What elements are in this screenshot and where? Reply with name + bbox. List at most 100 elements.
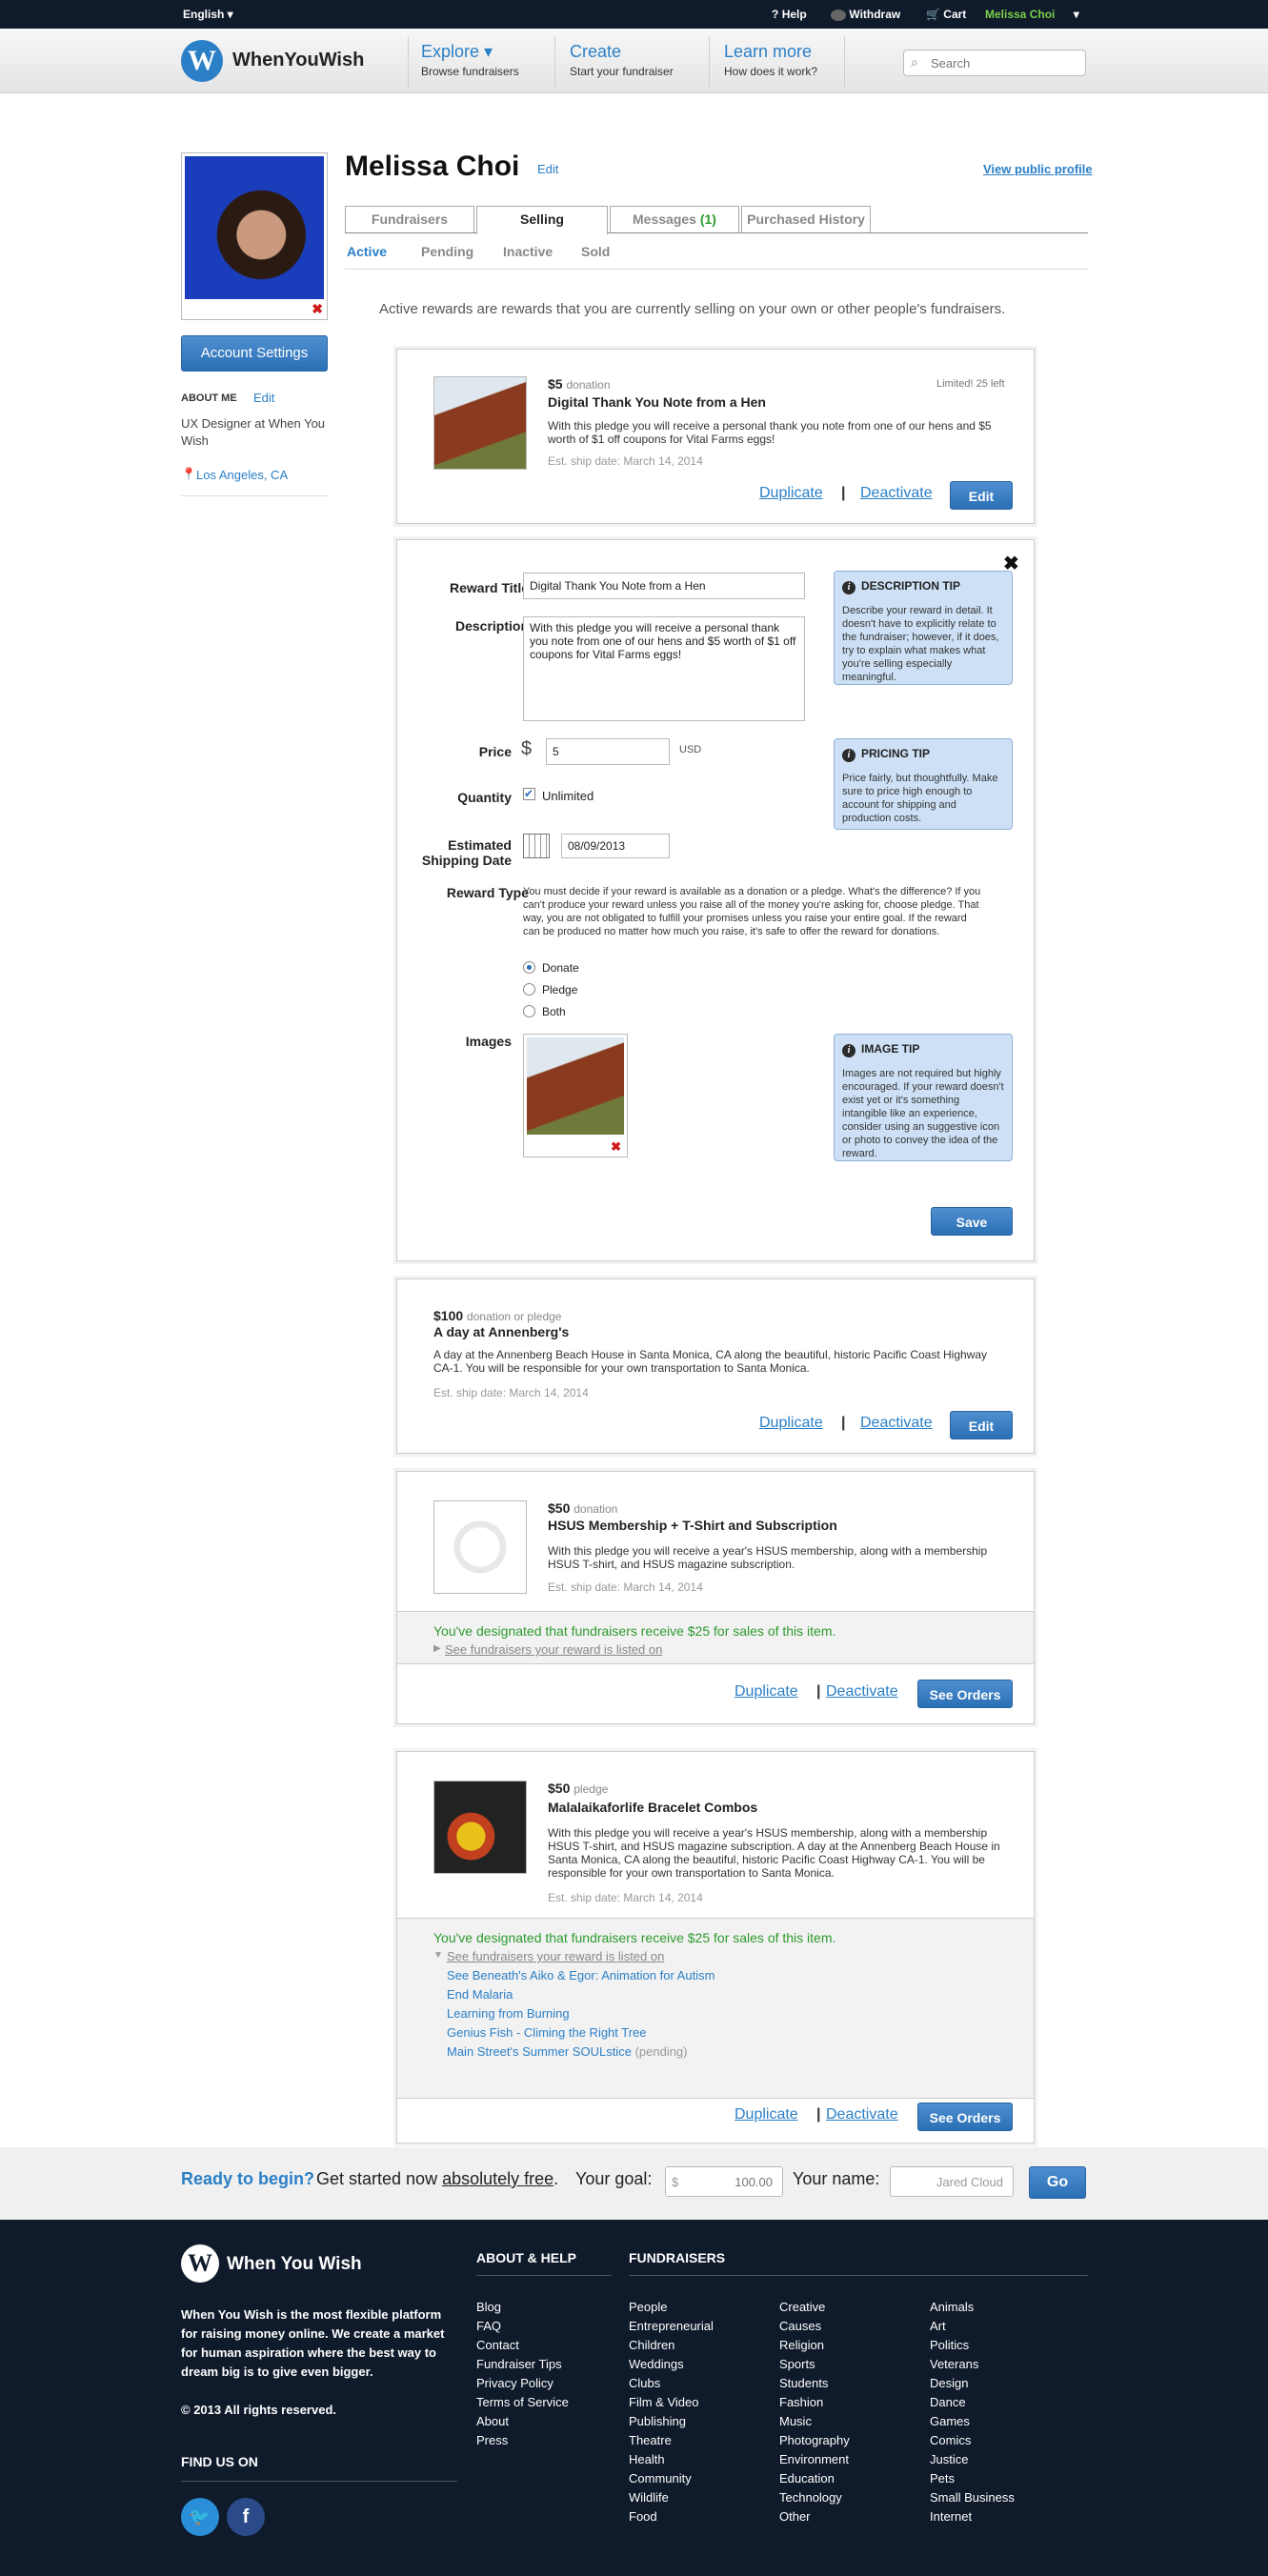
category-link[interactable]: Photography — [779, 2431, 850, 2450]
category-link[interactable]: Entrepreneurial — [629, 2317, 714, 2336]
category-link[interactable]: Food — [629, 2507, 714, 2526]
category-link[interactable]: Comics — [930, 2431, 1015, 2450]
subtab-sold[interactable]: Sold — [581, 244, 610, 259]
remove-image-icon[interactable]: ✖ — [611, 1139, 621, 1155]
category-link[interactable]: Students — [779, 2374, 850, 2393]
category-link[interactable]: Children — [629, 2336, 714, 2355]
reward-thumbnail[interactable] — [433, 376, 527, 470]
category-link[interactable]: Art — [930, 2317, 1015, 2336]
withdraw-link[interactable]: Withdraw — [831, 8, 900, 21]
category-link[interactable]: Pets — [930, 2469, 1015, 2488]
nav-create[interactable]: Create Start your fundraiser — [570, 42, 674, 78]
donate-radio[interactable] — [523, 961, 535, 974]
category-link[interactable]: Causes — [779, 2317, 850, 2336]
category-link[interactable]: Creative — [779, 2298, 850, 2317]
footer-link[interactable]: FAQ — [476, 2317, 569, 2336]
footer-link[interactable]: Terms of Service — [476, 2393, 569, 2412]
duplicate-link[interactable]: Duplicate — [735, 1683, 798, 1701]
category-link[interactable]: Publishing — [629, 2412, 714, 2431]
category-link[interactable]: Music — [779, 2412, 850, 2431]
duplicate-link[interactable]: Duplicate — [759, 485, 823, 502]
remove-photo-icon[interactable]: ✖ — [312, 301, 323, 317]
logo-text[interactable]: WhenYouWish — [232, 50, 364, 71]
category-link[interactable]: Religion — [779, 2336, 850, 2355]
twitter-icon[interactable]: 🐦 — [181, 2498, 219, 2536]
category-link[interactable]: Film & Video — [629, 2393, 714, 2412]
fundraiser-link[interactable]: Genius Fish - Climing the Right Tree — [447, 2025, 647, 2040]
description-field[interactable]: With this pledge you will receive a pers… — [523, 616, 805, 721]
language-selector[interactable]: English ▾ — [183, 8, 233, 21]
tab-messages[interactable]: Messages (1) — [610, 206, 739, 232]
duplicate-link[interactable]: Duplicate — [735, 2106, 798, 2123]
category-link[interactable]: Theatre — [629, 2431, 714, 2450]
see-orders-button[interactable]: See Orders — [917, 1680, 1013, 1708]
fundraiser-link[interactable]: Learning from Burning — [447, 2006, 570, 2021]
category-link[interactable]: Small Business — [930, 2488, 1015, 2507]
deactivate-link[interactable]: Deactivate — [826, 2106, 898, 2123]
see-orders-button[interactable]: See Orders — [917, 2103, 1013, 2131]
category-link[interactable]: Environment — [779, 2450, 850, 2469]
footer-link[interactable]: Press — [476, 2431, 569, 2450]
subtab-inactive[interactable]: Inactive — [503, 244, 553, 259]
logo-icon[interactable]: W — [181, 40, 223, 82]
tab-selling[interactable]: Selling — [476, 206, 608, 234]
footer-logo-text[interactable]: When You Wish — [227, 2254, 362, 2275]
see-fundraisers-link[interactable]: See fundraisers your reward is listed on — [447, 1949, 664, 1963]
category-link[interactable]: Wildlife — [629, 2488, 714, 2507]
search-input[interactable] — [903, 50, 1086, 76]
footer-link[interactable]: Blog — [476, 2298, 569, 2317]
fundraiser-link[interactable]: Main Street's Summer SOULstice — [447, 2044, 632, 2059]
edit-button[interactable]: Edit — [950, 1411, 1013, 1439]
deactivate-link[interactable]: Deactivate — [860, 485, 933, 502]
footer-link[interactable]: About — [476, 2412, 569, 2431]
goal-input[interactable]: $ 100.00 — [665, 2166, 783, 2197]
reward-title-field[interactable] — [523, 573, 805, 599]
reward-thumbnail[interactable] — [433, 1781, 527, 1874]
category-link[interactable]: Community — [629, 2469, 714, 2488]
both-radio[interactable] — [523, 1005, 535, 1017]
category-link[interactable]: Design — [930, 2374, 1015, 2393]
view-public-profile-link[interactable]: View public profile — [983, 162, 1093, 176]
image-upload-slot[interactable]: ✖ — [523, 1034, 628, 1157]
category-link[interactable]: Health — [629, 2450, 714, 2469]
facebook-icon[interactable]: f — [227, 2498, 265, 2536]
about-edit-link[interactable]: Edit — [253, 391, 274, 405]
fundraiser-link[interactable]: End Malaria — [447, 1987, 513, 2002]
footer-link[interactable]: Fundraiser Tips — [476, 2355, 569, 2374]
subtab-pending[interactable]: Pending — [421, 244, 473, 259]
category-link[interactable]: Clubs — [629, 2374, 714, 2393]
footer-link[interactable]: Privacy Policy — [476, 2374, 569, 2393]
edit-name-link[interactable]: Edit — [537, 162, 558, 176]
calendar-icon[interactable] — [523, 834, 550, 858]
price-field[interactable] — [546, 738, 670, 765]
name-input[interactable]: Jared Cloud — [890, 2166, 1014, 2197]
location-link[interactable]: Los Angeles, CA — [196, 468, 288, 482]
ship-date-field[interactable] — [561, 834, 670, 858]
go-button[interactable]: Go — [1029, 2166, 1086, 2199]
subtab-active[interactable]: Active — [347, 244, 387, 259]
footer-logo-icon[interactable]: W — [181, 2244, 219, 2283]
edit-button[interactable]: Edit — [950, 481, 1013, 510]
category-link[interactable]: Sports — [779, 2355, 850, 2374]
category-link[interactable]: Veterans — [930, 2355, 1015, 2374]
category-link[interactable]: Animals — [930, 2298, 1015, 2317]
category-link[interactable]: Dance — [930, 2393, 1015, 2412]
deactivate-link[interactable]: Deactivate — [860, 1415, 933, 1432]
category-link[interactable]: Technology — [779, 2488, 850, 2507]
category-link[interactable]: Justice — [930, 2450, 1015, 2469]
footer-link[interactable]: Contact — [476, 2336, 569, 2355]
help-link[interactable]: ? Help — [772, 8, 807, 21]
nav-learn-more[interactable]: Learn more How does it work? — [724, 42, 817, 78]
category-link[interactable]: Education — [779, 2469, 850, 2488]
pledge-radio[interactable] — [523, 983, 535, 996]
category-link[interactable]: Politics — [930, 2336, 1015, 2355]
reward-thumbnail[interactable] — [433, 1500, 527, 1594]
category-link[interactable]: Weddings — [629, 2355, 714, 2374]
unlimited-checkbox[interactable]: ✔ — [523, 788, 535, 800]
save-button[interactable]: Save — [931, 1207, 1013, 1236]
tab-purchased-history[interactable]: Purchased History — [741, 206, 871, 232]
duplicate-link[interactable]: Duplicate — [759, 1415, 823, 1432]
cart-link[interactable]: 🛒 Cart — [926, 8, 966, 21]
user-menu[interactable]: Melissa Choi ▾ — [985, 8, 1079, 21]
category-link[interactable]: Internet — [930, 2507, 1015, 2526]
